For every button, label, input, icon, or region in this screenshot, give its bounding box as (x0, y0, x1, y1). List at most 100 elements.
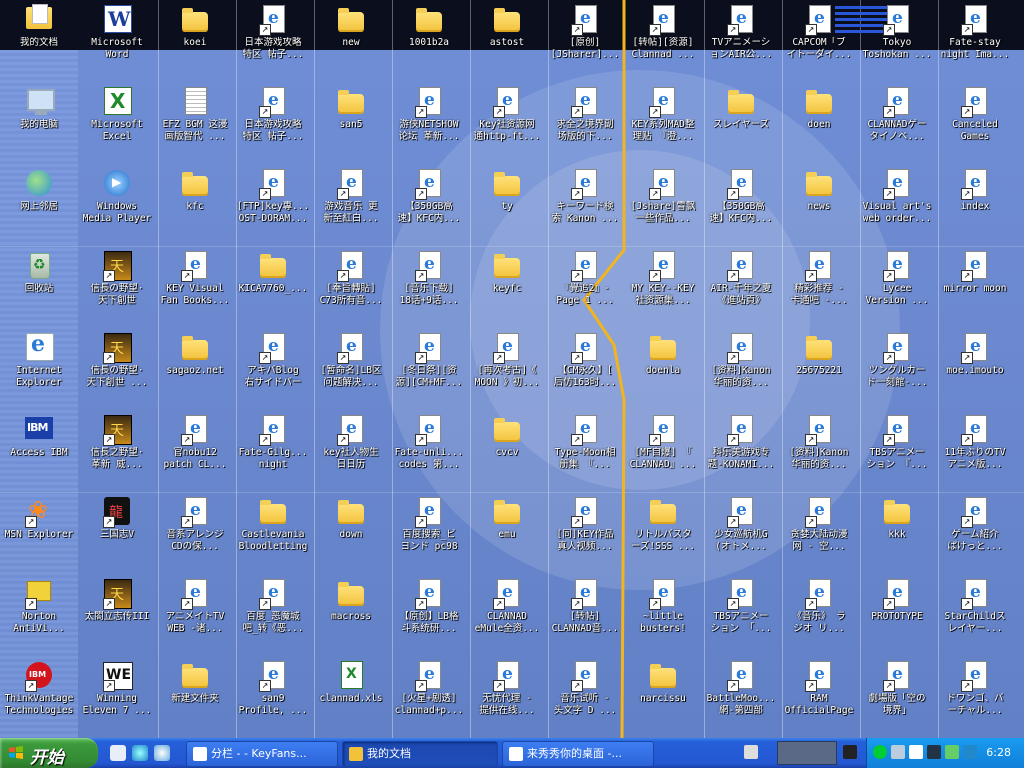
desktop-icon[interactable]: sagaoz.net (156, 329, 234, 411)
tray-expand-icon[interactable] (873, 745, 887, 759)
desktop-icon[interactable]: news (780, 165, 858, 247)
desktop-icon[interactable]: ↗Fate-unli... codes 第... (390, 411, 468, 493)
desktop-icon[interactable]: ↗TBSアニメー ション 『... (858, 411, 936, 493)
desktop-icon[interactable]: ↗moe.imouto (936, 329, 1014, 411)
desktop-icon[interactable]: 回收站 (0, 247, 78, 329)
desktop-icon[interactable]: ↗アキバBlog 右サイドバー (234, 329, 312, 411)
desktop-icon[interactable]: ↗san9 Profile, ... (234, 657, 312, 738)
desktop-icon[interactable]: san5 (312, 83, 390, 165)
desktop-icon[interactable]: ↗[FTP]key專... OST-DORAM... (234, 165, 312, 247)
internet-explorer-icon[interactable] (132, 745, 148, 761)
desktop-icon[interactable]: ↗【CM永久】[ 后仿163时... (546, 329, 624, 411)
desktop-icon[interactable]: emu (468, 493, 546, 575)
tray-volume-icon[interactable] (945, 745, 959, 759)
desktop-icon[interactable]: ↗[转帖] CLANNAD音... (546, 575, 624, 657)
desktop-icon[interactable]: ↗BattleMoo... 網-第四部 (702, 657, 780, 738)
desktop-icon[interactable]: ↗太閤立志传III (78, 575, 156, 657)
media-player-icon[interactable] (154, 745, 170, 761)
desktop-icon[interactable]: ↗日本游戏攻略 特区 帖子... (234, 1, 312, 83)
desktop-icon[interactable]: ty (468, 165, 546, 247)
desktop-icon[interactable]: ↗PROTOTYPE (858, 575, 936, 657)
language-bar-icon[interactable] (843, 745, 857, 759)
desktop-icon[interactable]: ↗《音乐》 ラ ジオ リ... (780, 575, 858, 657)
desktop-icon[interactable]: ↗key社人物生 日日历 (312, 411, 390, 493)
desktop[interactable]: 我的文档我的电脑网上邻居回收站 Internet Explorer Access I… (0, 0, 1024, 738)
desktop-icon[interactable]: ↗RAM OfficialPage (780, 657, 858, 738)
desktop-icon[interactable]: ↗[冬日祭][资 源][CM+MF... (390, 329, 468, 411)
desktop-icon[interactable]: ↗CAPCOM「ブ イトーダイ... (780, 1, 858, 83)
desktop-icon[interactable]: ↗Fate-stay night Ima... (936, 1, 1014, 83)
desktop-icon[interactable]: ↗MY KEY--KEY 社资源集... (624, 247, 702, 329)
desktop-icon[interactable]: ↗Winning Eleven 7 ... (78, 657, 156, 738)
desktop-icon[interactable]: ↗【原创】LB格 斗系统研... (390, 575, 468, 657)
desktop-icon[interactable]: 网上邻居 (0, 165, 78, 247)
desktop-icon[interactable]: ↗【350GB高 速】KFC内... (390, 165, 468, 247)
desktop-icon[interactable]: koei (156, 1, 234, 83)
desktop-icon[interactable]: ↗ThinkVantage Technologies (0, 657, 78, 738)
task-button-keyfans[interactable]: 分栏 - - KeyFans... (186, 741, 338, 767)
desktop-icon[interactable]: astost (468, 1, 546, 83)
desktop-icon[interactable]: ↗游侠NETSHOW 论坛 革新... (390, 83, 468, 165)
desktop-icon[interactable]: ↗~little busters! (624, 575, 702, 657)
desktop-icon[interactable]: ↗[音乐下载] 18话+9话... (390, 247, 468, 329)
desktop-icon[interactable]: clannad.xls (312, 657, 390, 738)
desktop-icon[interactable]: ↗[同]KEY作品 真人视频... (546, 493, 624, 575)
tray-power-icon[interactable] (927, 745, 941, 759)
desktop-icon[interactable]: doen (780, 83, 858, 165)
desktop-icon[interactable]: 我的文档 (0, 1, 78, 83)
desktop-icon[interactable]: ↗index (936, 165, 1014, 247)
desktop-icon[interactable]: ↗贪婪大陆动漫 网 - 空... (780, 493, 858, 575)
desktop-icon[interactable]: keyfc (468, 247, 546, 329)
desktop-icon[interactable]: ↗アニメイトTV WEB -诸... (156, 575, 234, 657)
task-button-desktop-thread[interactable]: 来秀秀你的桌面 -... (502, 741, 654, 767)
task-button-my-documents[interactable]: 我的文档 (342, 741, 498, 767)
desktop-icon[interactable]: ↗游戏音乐 更 新至紅白... (312, 165, 390, 247)
desktop-icon[interactable]: kkk (858, 493, 936, 575)
desktop-icon[interactable]: ↗Canceled Games (936, 83, 1014, 165)
desktop-icon[interactable]: ↗MSN Explorer (0, 493, 78, 575)
desktop-icon[interactable]: ↗【350GB高 速】KFC内... (702, 165, 780, 247)
desktop-icon[interactable]: ↗[再次考古]《 MOON 》初... (468, 329, 546, 411)
desktop-icon[interactable]: ↗少女巡航机G (オトメ... (702, 493, 780, 575)
desktop-icon[interactable]: kfc (156, 165, 234, 247)
desktop-icon[interactable]: ↗AIR-千年之夏 《進站頁》 (702, 247, 780, 329)
desktop-icon[interactable]: スレイヤーズ (702, 83, 780, 165)
desktop-icon[interactable]: ↗『覺追2』- Page 1 ... (546, 247, 624, 329)
keyboard-icon[interactable] (744, 745, 758, 759)
desktop-icon[interactable]: ↗Type-Moon相 册集 『... (546, 411, 624, 493)
language-bar[interactable] (777, 741, 837, 765)
desktop-icon[interactable]: doenla (624, 329, 702, 411)
desktop-icon[interactable]: ↗[火星+剧透] clannad+p... (390, 657, 468, 738)
desktop-icon[interactable]: ↗音乐试听 - 头文字 D ... (546, 657, 624, 738)
desktop-icon[interactable]: ↗KEY系列MAD整 理贴 『澄... (624, 83, 702, 165)
desktop-icon[interactable]: 25675221 (780, 329, 858, 411)
clock[interactable]: 6:28 (986, 746, 1011, 759)
desktop-icon[interactable]: ↗[暂命名]LB区 问题解决... (312, 329, 390, 411)
desktop-icon[interactable]: ↗キーワード検 索 Kanon ... (546, 165, 624, 247)
desktop-icon[interactable]: ↗[奉旨轉貼] C73所有音... (312, 247, 390, 329)
desktop-icon[interactable]: ↗StarChildス レイヤー... (936, 575, 1014, 657)
desktop-icon[interactable]: ↗11年ぶりのTV アニメ版... (936, 411, 1014, 493)
desktop-icon[interactable]: Microsoft Excel (78, 83, 156, 165)
desktop-icon[interactable]: ↗ Norton AntiVi... (0, 575, 78, 657)
desktop-icon[interactable]: 1001b2a (390, 1, 468, 83)
desktop-icon[interactable]: ↗劇場版「空の 境界」 (858, 657, 936, 738)
desktop-icon[interactable]: ↗ドワンゴ、バ ーチャル... (936, 657, 1014, 738)
desktop-icon[interactable]: ↗CLANNADゲー タイノベ... (858, 83, 936, 165)
desktop-icon[interactable]: ↗CLANNAD eMule全资... (468, 575, 546, 657)
desktop-icon[interactable]: ↗TBSアニメー ション 「... (702, 575, 780, 657)
tray-display-icon[interactable] (909, 745, 923, 759)
desktop-icon[interactable]: ↗Visual art's web order... (858, 165, 936, 247)
desktop-icon[interactable]: ↗[MF自爆] 『 CLANNAD』... (624, 411, 702, 493)
desktop-icon[interactable]: リトルバスタ ーズ!SSS ... (624, 493, 702, 575)
desktop-icon[interactable]: ↗信長之野望· 革新 威... (78, 411, 156, 493)
desktop-icon[interactable]: ↗Key社资源网 通http-ft... (468, 83, 546, 165)
desktop-icon[interactable]: ↗百度_恶魔城 吧_转《恶... (234, 575, 312, 657)
desktop-icon[interactable]: ↗精彩推荐 - 卡通吧 -... (780, 247, 858, 329)
desktop-icon[interactable]: macross (312, 575, 390, 657)
desktop-icon[interactable]: ↗[原创] [JSharer]... (546, 1, 624, 83)
desktop-icon[interactable]: 新建文件夹 (156, 657, 234, 738)
desktop-icon[interactable]: ↗[转帖][资源] Clannad ... (624, 1, 702, 83)
desktop-icon[interactable]: Microsoft Word (78, 1, 156, 83)
desktop-icon[interactable]: Castlevania Bloodletting (234, 493, 312, 575)
